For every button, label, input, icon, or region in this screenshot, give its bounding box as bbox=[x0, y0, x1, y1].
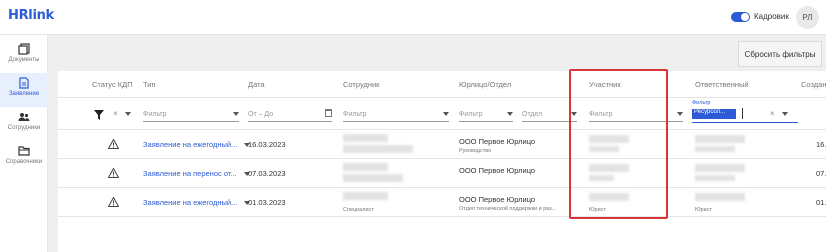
participant-column-highlight bbox=[569, 69, 668, 219]
chevron-down-icon bbox=[443, 112, 449, 116]
chevron-down-icon bbox=[233, 112, 239, 116]
type-filter-input[interactable]: Фильтр bbox=[143, 108, 239, 122]
responsible-filter-chip[interactable]: Ресурсол... bbox=[692, 109, 736, 119]
legal-entity-name: ООО Первое Юрлицо bbox=[459, 195, 536, 204]
warning-icon bbox=[108, 197, 119, 207]
text-cursor bbox=[742, 108, 743, 119]
filter-row: × Фильтр От – До Фильтр Фильтр Отдел Фил… bbox=[58, 98, 826, 130]
created-date: 01.03.2 bbox=[816, 198, 826, 207]
applications-table: Статус КДП Тип Дата Сотрудник Юрлицо/Отд… bbox=[58, 71, 826, 252]
toggle-knob bbox=[741, 13, 749, 21]
type-filter-placeholder: Фильтр bbox=[143, 111, 167, 118]
warning-icon bbox=[108, 168, 119, 178]
application-type-link[interactable]: Заявление на ежегодный... bbox=[143, 198, 241, 207]
legal-entity-name: ООО Первое Юрлицо bbox=[459, 166, 536, 175]
column-header-status[interactable]: Статус КДП bbox=[92, 80, 133, 89]
redacted-responsible-position bbox=[695, 146, 735, 152]
main-area: Сбросить фильтры Статус КДП Тип Дата Сот… bbox=[48, 35, 826, 252]
sidebar: Документы Заявление Сотрудники Справочни… bbox=[0, 35, 48, 252]
employees-icon bbox=[18, 113, 30, 121]
table-row[interactable]: Заявление на ежегодный... 01.03.2023 Спе… bbox=[58, 188, 826, 217]
legal-entity-filter-input[interactable]: Фильтр bbox=[459, 108, 513, 122]
legal-entity-name: ООО Первое Юрлицо bbox=[459, 137, 536, 146]
redacted-responsible-name bbox=[695, 193, 745, 201]
calendar-icon[interactable] bbox=[325, 109, 332, 117]
employee-filter-input[interactable]: Фильтр bbox=[343, 108, 449, 122]
application-date: 16.03.2023 bbox=[248, 140, 286, 149]
filter-funnel-icon[interactable] bbox=[94, 110, 104, 120]
column-header-created[interactable]: Создан bbox=[801, 80, 826, 89]
responsible-filter-underline bbox=[692, 122, 798, 123]
employee-position: Специалист bbox=[343, 207, 374, 213]
status-filter-clear-icon[interactable]: × bbox=[113, 109, 118, 118]
redacted-responsible-name bbox=[695, 135, 745, 143]
department-name: Отдел технической поддержки и раз... bbox=[459, 206, 557, 212]
column-header-date[interactable]: Дата bbox=[248, 80, 265, 89]
redacted-employee-position bbox=[343, 174, 403, 182]
sidebar-item-label: Документы bbox=[8, 57, 40, 63]
app-logo[interactable]: HRlink bbox=[8, 8, 54, 23]
date-filter-placeholder: От – До bbox=[248, 111, 274, 118]
top-bar: HRlink Кадровик РЛ bbox=[0, 0, 826, 35]
table-header: Статус КДП Тип Дата Сотрудник Юрлицо/Отд… bbox=[58, 71, 826, 98]
reset-filters-button[interactable]: Сбросить фильтры bbox=[738, 41, 822, 67]
created-date: 16.03.2 bbox=[816, 140, 826, 149]
application-type-link[interactable]: Заявление на ежегодный... bbox=[143, 140, 241, 149]
column-header-legal-entity[interactable]: Юрлицо/Отдел bbox=[459, 80, 511, 89]
sidebar-item-label: Справочники bbox=[5, 159, 43, 165]
chevron-down-icon[interactable] bbox=[782, 112, 788, 116]
folder-icon bbox=[18, 146, 30, 156]
column-header-responsible[interactable]: Ответственный bbox=[695, 80, 749, 89]
column-header-type[interactable]: Тип bbox=[143, 80, 156, 89]
chevron-down-icon bbox=[507, 112, 513, 116]
application-type-link[interactable]: Заявление на перенос от... bbox=[143, 169, 241, 178]
table-row[interactable]: Заявление на ежегодный... 16.03.2023 ООО… bbox=[58, 130, 826, 159]
documents-icon bbox=[18, 43, 30, 55]
table-row[interactable]: Заявление на перенос от... 07.03.2023 ОО… bbox=[58, 159, 826, 188]
redacted-employee-name bbox=[343, 192, 388, 200]
date-filter-input[interactable]: От – До bbox=[248, 108, 332, 122]
redacted-responsible-name bbox=[695, 164, 745, 172]
column-header-employee[interactable]: Сотрудник bbox=[343, 80, 379, 89]
redacted-responsible-position bbox=[695, 175, 735, 181]
redacted-employee-position bbox=[343, 145, 413, 153]
employee-filter-placeholder: Фильтр bbox=[343, 111, 367, 118]
role-toggle[interactable] bbox=[731, 12, 750, 22]
redacted-employee-name bbox=[343, 134, 388, 142]
department-filter-placeholder: Отдел bbox=[522, 111, 543, 118]
chevron-down-icon[interactable] bbox=[125, 112, 131, 116]
created-date: 07.03.2 bbox=[816, 169, 826, 178]
sidebar-item-documents[interactable]: Документы bbox=[0, 39, 48, 73]
sidebar-item-label: Сотрудники bbox=[7, 125, 41, 131]
role-label: Кадровик bbox=[754, 12, 789, 21]
sidebar-item-application[interactable]: Заявление bbox=[0, 73, 48, 107]
warning-icon bbox=[108, 139, 119, 149]
responsible-position: Юрист bbox=[695, 207, 712, 213]
department-name: Руководство bbox=[459, 148, 492, 154]
sidebar-item-label: Заявление bbox=[8, 91, 40, 97]
sidebar-item-employees[interactable]: Сотрудники bbox=[0, 107, 48, 141]
application-date: 01.03.2023 bbox=[248, 198, 286, 207]
chevron-down-icon bbox=[677, 112, 683, 116]
responsible-filter-label: Фильтр bbox=[692, 100, 711, 106]
redacted-employee-name bbox=[343, 163, 388, 171]
legal-entity-filter-placeholder: Фильтр bbox=[459, 111, 483, 118]
avatar[interactable]: РЛ bbox=[796, 6, 819, 29]
application-date: 07.03.2023 bbox=[248, 169, 286, 178]
responsible-filter-clear-icon[interactable]: × bbox=[770, 109, 775, 118]
sidebar-item-references[interactable]: Справочники bbox=[0, 141, 48, 175]
application-icon bbox=[19, 77, 29, 89]
